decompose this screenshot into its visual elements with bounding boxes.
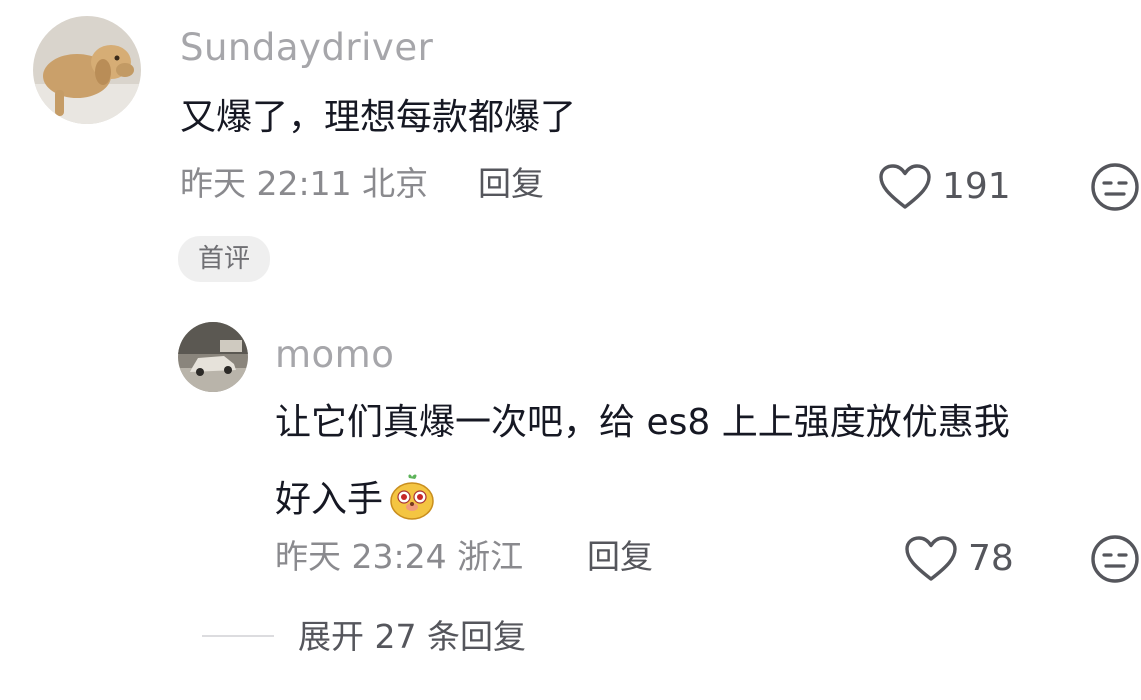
heart-outline-icon bbox=[905, 536, 957, 581]
reaction-button[interactable] bbox=[1089, 161, 1141, 213]
neutral-face-icon bbox=[1091, 535, 1139, 583]
car-avatar-icon bbox=[178, 322, 248, 392]
like-count: 78 bbox=[968, 538, 1014, 579]
comment-text-line: 让它们真爆一次吧，给 es8 上上强度放优惠我 bbox=[275, 402, 1010, 443]
comment-meta: 昨天 23:24 浙江 bbox=[275, 540, 523, 573]
like-count: 191 bbox=[942, 166, 1011, 207]
avatar[interactable] bbox=[178, 322, 248, 392]
comment-text: 又爆了，理想每款都爆了 bbox=[180, 97, 577, 138]
comment-date: 昨天 bbox=[275, 537, 341, 576]
neutral-face-icon bbox=[1091, 163, 1139, 211]
comment-username[interactable]: Sundaydriver bbox=[180, 29, 433, 66]
mole-emoji-icon bbox=[387, 472, 437, 522]
expand-replies-button[interactable]: 展开 27 条回复 bbox=[298, 620, 526, 653]
comment-location: 浙江 bbox=[457, 537, 524, 576]
reaction-button[interactable] bbox=[1089, 533, 1141, 585]
dog-avatar-icon bbox=[33, 16, 141, 124]
expand-divider bbox=[202, 635, 274, 637]
comment-location: 北京 bbox=[362, 164, 429, 203]
comment-time: 23:24 bbox=[351, 537, 447, 576]
first-comment-badge: 首评 bbox=[178, 236, 271, 282]
comment-text-segment: 好入手 bbox=[275, 479, 384, 520]
comment-text: 让它们真爆一次吧，给 es8 上上强度放优惠我 好入手 bbox=[275, 384, 1125, 538]
like-button[interactable]: 191 bbox=[878, 163, 1011, 211]
heart-outline-icon bbox=[879, 164, 931, 209]
comment-meta: 昨天 22:11 北京 bbox=[180, 167, 428, 200]
like-button[interactable]: 78 bbox=[904, 535, 1014, 583]
reply-button[interactable]: 回复 bbox=[587, 540, 653, 573]
comment-text-line: 好入手 bbox=[275, 461, 1125, 538]
reply-button[interactable]: 回复 bbox=[478, 167, 544, 200]
avatar[interactable] bbox=[33, 16, 141, 124]
comment-username[interactable]: momo bbox=[275, 336, 394, 373]
comment-time: 22:11 bbox=[256, 164, 352, 203]
comment-date: 昨天 bbox=[180, 164, 246, 203]
